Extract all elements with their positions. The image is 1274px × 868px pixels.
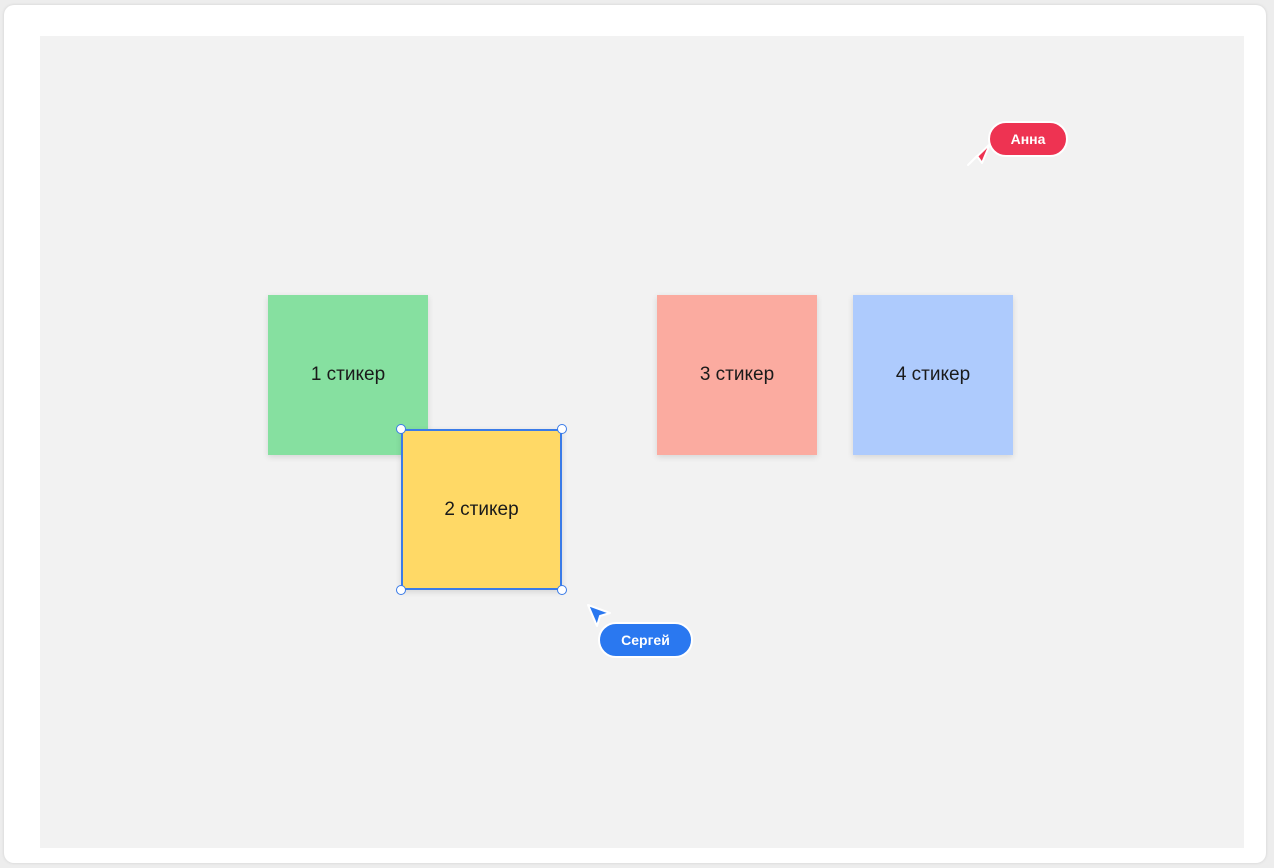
cursor-name-tag: Сергей	[598, 622, 693, 658]
resize-handle-bottom-left[interactable]	[396, 585, 406, 595]
sticker-label: 4 стикер	[895, 364, 971, 385]
sticker-label: 1 стикер	[310, 364, 386, 385]
app-frame: 1 стикер 3 стикер 4 стикер 2 стикер Анна	[4, 5, 1266, 863]
sticker-label: 3 стикер	[699, 364, 775, 385]
sticker-2-selected[interactable]: 2 стикер	[396, 424, 567, 595]
sticker-4[interactable]: 4 стикер	[853, 295, 1013, 455]
collaborator-cursor-sergey: Сергей	[585, 602, 705, 666]
sticker-3[interactable]: 3 стикер	[657, 295, 817, 455]
cursor-name-tag: Анна	[988, 121, 1068, 157]
sticker-label: 2 стикер	[444, 498, 519, 520]
resize-handle-bottom-right[interactable]	[557, 585, 567, 595]
whiteboard-canvas[interactable]: 1 стикер 3 стикер 4 стикер 2 стикер Анна	[40, 36, 1244, 848]
resize-handle-top-right[interactable]	[557, 424, 567, 434]
collaborator-cursor-anna: Анна	[966, 121, 1076, 171]
resize-handle-top-left[interactable]	[396, 424, 406, 434]
